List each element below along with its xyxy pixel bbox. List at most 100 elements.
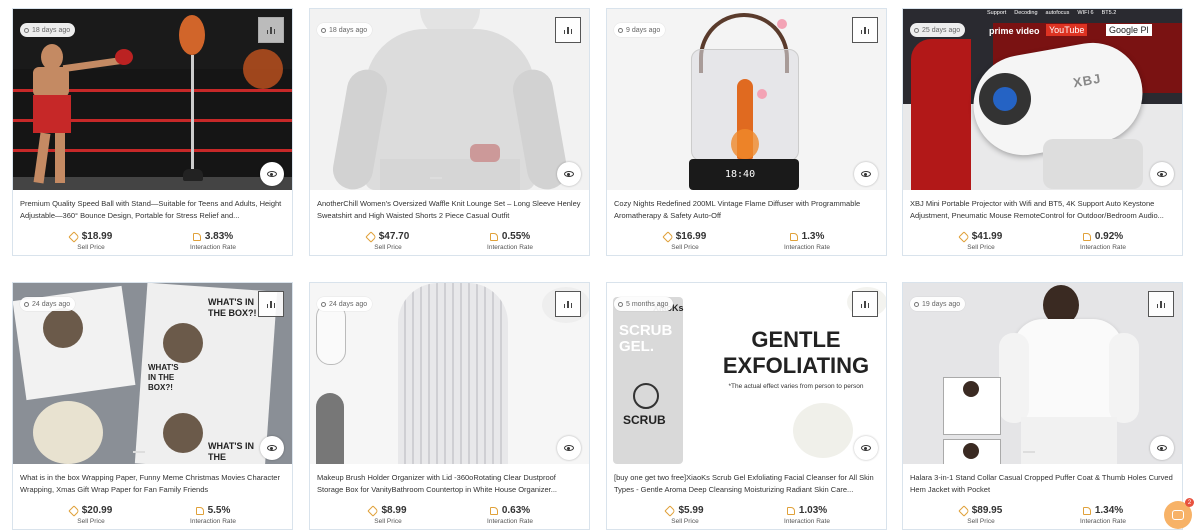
menu-text: BT5.2	[1101, 10, 1117, 16]
chat-button[interactable]: 2	[1164, 498, 1194, 529]
sell-price: $5.99 Sell Price	[625, 504, 745, 525]
price-value: $41.99	[971, 231, 1003, 242]
product-image[interactable]: 18 days ago	[310, 9, 589, 190]
product-card[interactable]: 18 days ago Premium Quality Speed Ball w…	[12, 8, 293, 256]
product-card[interactable]: 19 days ago Halara 3-in-1 Stand Collar C…	[902, 282, 1183, 530]
eye-icon[interactable]	[854, 162, 878, 186]
chart-button[interactable]	[852, 17, 878, 43]
product-image[interactable]: Support Decoding autofocus WIFI 6 BT5.2 …	[903, 9, 1182, 190]
carousel-indicator	[430, 177, 442, 179]
interaction-rate: 0.55% Interaction Rate	[450, 231, 570, 251]
product-card[interactable]: Support Decoding autofocus WIFI 6 BT5.2 …	[902, 8, 1183, 256]
product-title[interactable]: XBJ Mini Portable Projector with Wifi an…	[910, 198, 1175, 222]
notification-badge: 2	[1185, 498, 1194, 507]
chart-button[interactable]	[258, 291, 284, 317]
chart-button[interactable]	[1148, 291, 1174, 317]
rate-label: Interaction Rate	[1080, 244, 1126, 251]
sell-price: $41.99 Sell Price	[921, 230, 1041, 251]
menu-text: Decoding	[1014, 10, 1038, 16]
age-badge: 24 days ago	[317, 297, 373, 311]
chart-button[interactable]	[555, 17, 581, 43]
interaction-rate: 1.03% Interaction Rate	[747, 505, 867, 525]
age-badge: 5 months ago	[614, 297, 674, 311]
rate-label: Interaction Rate	[487, 244, 533, 251]
price-tag-icon	[367, 504, 380, 517]
carousel-indicator	[133, 451, 145, 453]
google-play-logo: Google Pl	[1106, 24, 1152, 36]
eye-icon[interactable]	[557, 436, 581, 460]
age-badge: 19 days ago	[910, 297, 966, 311]
eye-icon[interactable]	[854, 436, 878, 460]
prime-video-logo: prime video	[989, 26, 1040, 36]
rate-value: 1.34%	[1094, 505, 1124, 516]
product-card[interactable]: XiaoKs SCRUB GEL. SCRUB GENTLE EXFOLIATI…	[606, 282, 887, 530]
price-tag-icon	[68, 230, 80, 243]
product-title[interactable]: What is in the box Wrapping Paper, Funny…	[20, 472, 285, 496]
product-card[interactable]: 18 days ago AnotherChill Women's Oversiz…	[309, 8, 590, 256]
eye-icon[interactable]	[1150, 436, 1174, 460]
age-text: 5 months ago	[626, 300, 669, 308]
product-title[interactable]: Cozy Nights Redefined 200ML Vintage Flam…	[614, 198, 879, 222]
product-title[interactable]: AnotherChill Women's Oversized Waffle Kn…	[317, 198, 582, 222]
price-label: Sell Price	[671, 518, 699, 525]
wrap-text: WHAT'S IN THE	[208, 441, 254, 462]
eye-icon[interactable]	[260, 436, 284, 460]
product-image[interactable]: XiaoKs SCRUB GEL. SCRUB GENTLE EXFOLIATI…	[607, 283, 886, 464]
age-text: 25 days ago	[922, 26, 961, 34]
scrub-subtext: *The actual effect varies from person to…	[728, 383, 864, 390]
chart-button[interactable]	[852, 291, 878, 317]
price-tag-icon	[958, 230, 970, 243]
product-card[interactable]: 24 days ago Makeup Brush Holder Organize…	[309, 282, 590, 530]
sell-price: $20.99 Sell Price	[31, 504, 151, 525]
rate-value: 0.55%	[501, 231, 531, 242]
product-image[interactable]: 18 days ago	[13, 9, 292, 190]
price-tag-icon	[958, 504, 970, 517]
price-value: $20.99	[81, 505, 113, 516]
price-label: Sell Price	[77, 518, 105, 525]
interaction-rate: 5.5% Interaction Rate	[153, 505, 273, 525]
sell-price: $47.70 Sell Price	[328, 230, 448, 251]
chat-bubble-icon	[1172, 510, 1184, 520]
menu-text: Support	[987, 10, 1007, 16]
rate-value: 3.83%	[204, 231, 234, 242]
scrub-headline: GENTLE EXFOLIATING	[722, 327, 870, 378]
price-value: $47.70	[378, 231, 410, 242]
product-image[interactable]: 18:40 9 days ago	[607, 9, 886, 190]
chart-button[interactable]	[258, 17, 284, 43]
thumbs-up-icon	[489, 232, 498, 241]
interaction-rate: 0.92% Interaction Rate	[1043, 231, 1163, 251]
thumbs-up-icon	[192, 232, 201, 241]
product-title[interactable]: Makeup Brush Holder Organizer with Lid -…	[317, 472, 582, 496]
price-label: Sell Price	[671, 244, 699, 251]
product-title[interactable]: Halara 3-in-1 Stand Collar Casual Croppe…	[910, 472, 1175, 496]
product-card[interactable]: WHAT'S IN THE BOX?! WHAT'S IN THE BOX?! …	[12, 282, 293, 530]
price-label: Sell Price	[967, 518, 995, 525]
age-text: 24 days ago	[32, 300, 71, 308]
price-value: $8.99	[381, 505, 407, 516]
rate-value: 0.92%	[1094, 231, 1124, 242]
thumbs-up-icon	[195, 506, 204, 515]
interaction-rate: 3.83% Interaction Rate	[153, 231, 273, 251]
price-tag-icon	[365, 230, 377, 243]
eye-icon[interactable]	[1150, 162, 1174, 186]
product-title[interactable]: [buy one get two free]XiaoKs Scrub Gel E…	[614, 472, 879, 496]
product-title[interactable]: Premium Quality Speed Ball with Stand—Su…	[20, 198, 285, 222]
eye-icon[interactable]	[557, 162, 581, 186]
carousel-indicator	[1023, 451, 1035, 453]
product-image[interactable]: 24 days ago	[310, 283, 589, 464]
diffuser-clock: 18:40	[725, 169, 756, 180]
clock-icon	[321, 301, 326, 307]
product-card[interactable]: 18:40 9 days ago Cozy Nights Redefined 2…	[606, 8, 887, 256]
rate-label: Interaction Rate	[487, 518, 533, 525]
price-value: $89.95	[971, 505, 1003, 516]
wrap-text: WHAT'S IN THE BOX?!	[148, 363, 179, 392]
clock-icon	[321, 27, 326, 33]
eye-icon[interactable]	[260, 162, 284, 186]
age-text: 18 days ago	[329, 26, 368, 34]
product-image[interactable]: 19 days ago	[903, 283, 1182, 464]
sell-price: $18.99 Sell Price	[31, 230, 151, 251]
product-image[interactable]: WHAT'S IN THE BOX?! WHAT'S IN THE BOX?! …	[13, 283, 292, 464]
chart-button[interactable]	[555, 291, 581, 317]
clock-icon	[24, 301, 29, 307]
sell-price: $16.99 Sell Price	[625, 230, 745, 251]
